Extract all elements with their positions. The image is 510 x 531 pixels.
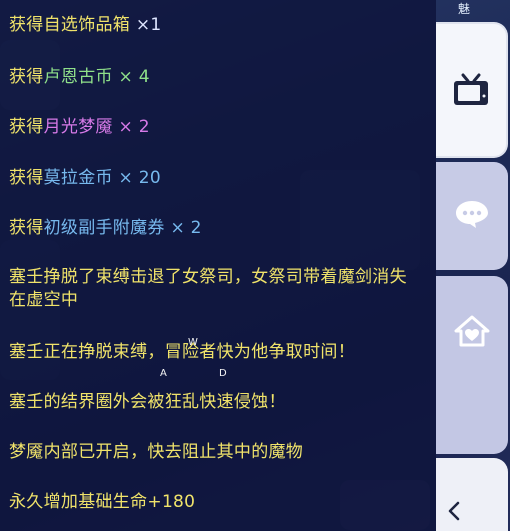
tab-chat[interactable] <box>436 162 508 270</box>
top-label: 魅 <box>457 2 470 16</box>
tab-home[interactable] <box>436 276 508 454</box>
system-message: 塞壬正在挣脱束缚，冒险者快为他争取时间！ <box>9 342 355 362</box>
collapse-panel-button[interactable] <box>436 458 508 531</box>
loot-item-name: 初级副手附魔券 <box>43 218 165 238</box>
tab-tv[interactable] <box>436 22 508 158</box>
tv-icon <box>454 73 488 105</box>
key-hint-w: W <box>188 337 198 348</box>
loot-quantity: ×1 <box>135 15 162 35</box>
loot-message: 获得卢恩古币 × 4 <box>9 66 429 89</box>
loot-item-name: 卢恩古币 <box>43 67 113 87</box>
loot-item-name: 月光梦魇 <box>43 117 113 137</box>
loot-quantity: × 20 <box>118 168 162 188</box>
loot-message: 获得莫拉金币 × 20 <box>9 167 429 190</box>
loot-message: 获得月光梦魇 × 2 <box>9 116 429 139</box>
system-message: 永久增加基础生命+180 <box>9 492 196 512</box>
message-prefix: 获得 <box>9 168 44 188</box>
chat-bubble-icon <box>456 201 488 228</box>
system-message-log[interactable]: 获得自选饰品箱 ×1 获得卢恩古币 × 4 获得月光梦魇 × 2 获得莫拉金币 … <box>0 0 436 531</box>
system-message: 梦魇内部已开启，快去阻止其中的魔物 <box>9 442 304 462</box>
loot-message: 获得自选饰品箱 ×1 <box>9 14 429 37</box>
message-prefix: 获得 <box>9 218 44 238</box>
loot-quantity: × 4 <box>118 67 150 87</box>
loot-item-name: 莫拉金币 <box>43 168 113 188</box>
loot-message: 获得初级副手附魔券 × 2 <box>9 217 429 240</box>
system-message: 塞壬挣脱了束缚击退了女祭司，女祭司带着魔剑消失在虚空中 <box>9 267 407 310</box>
loot-quantity: × 2 <box>170 218 202 238</box>
key-hint-a: A <box>160 368 167 379</box>
system-message: 塞壬的结界圈外会被狂乱快速侵蚀！ <box>9 392 286 412</box>
side-tab-column: 魅 <box>436 0 510 531</box>
message-prefix: 获得 <box>9 117 44 137</box>
message-prefix: 获得 <box>9 67 44 87</box>
loot-item-name: 自选饰品箱 <box>43 15 131 35</box>
chevron-left-icon <box>448 501 460 521</box>
loot-quantity: × 2 <box>118 117 150 137</box>
home-heart-icon <box>454 315 490 347</box>
key-hint-d: D <box>219 368 227 379</box>
message-prefix: 获得 <box>9 15 44 35</box>
